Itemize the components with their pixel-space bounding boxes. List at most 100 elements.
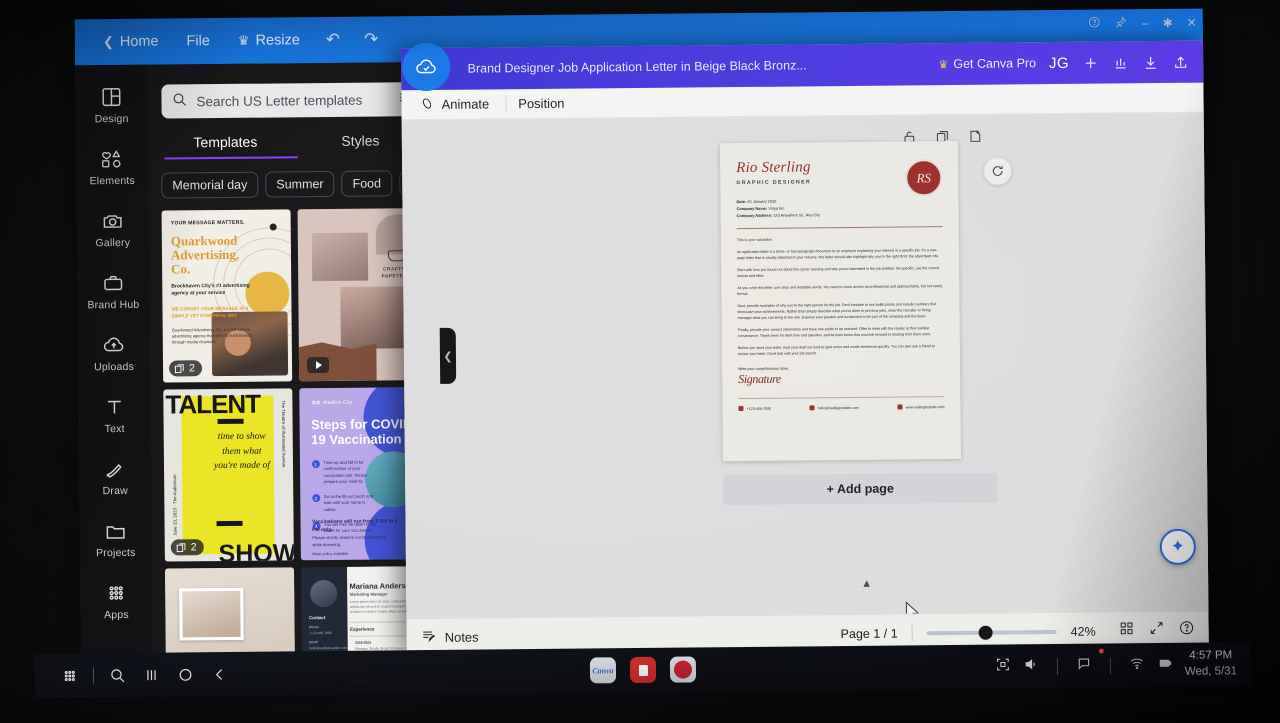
download-icon[interactable]	[1142, 54, 1159, 71]
search-input[interactable]: Search US Letter templates	[161, 82, 424, 119]
zoom-slider[interactable]	[926, 625, 1057, 640]
volume-icon[interactable]	[1023, 656, 1039, 677]
notes-label: Notes	[444, 629, 479, 645]
divider	[911, 624, 913, 642]
template-thumb-quarkwood[interactable]: YOUR MESSAGE MATTERS. Quarkwood Advertis…	[161, 209, 292, 383]
minimize-icon[interactable]: –	[1142, 16, 1149, 30]
document-page[interactable]: Rio Sterling GRAPHIC DESIGNER RS Date: 2…	[719, 140, 961, 462]
fullscreen-icon[interactable]	[1149, 620, 1165, 641]
restore-icon[interactable]: ✱	[1163, 16, 1173, 30]
chip-summer[interactable]: Summer	[265, 170, 335, 198]
home-circle-icon[interactable]	[168, 657, 202, 691]
text-t-icon	[103, 396, 125, 418]
plus-icon[interactable]	[1082, 54, 1099, 71]
pin-icon[interactable]	[1115, 15, 1128, 31]
add-page-icon[interactable]	[968, 129, 983, 149]
battery-icon[interactable]	[1157, 654, 1173, 675]
chevron-up-icon[interactable]: ▲	[861, 578, 872, 590]
menu-item-home[interactable]: ❮ Home	[89, 28, 173, 55]
position-button[interactable]: Position	[518, 96, 578, 111]
sparkle-icon[interactable]: ✦	[1159, 528, 1196, 566]
panel-tabs: Templates Styles	[158, 132, 428, 160]
thumb-note-2: Please strictly observe social distancin…	[312, 534, 386, 547]
thumb-word-talent: TALENT	[165, 388, 261, 420]
menu-item-resize[interactable]: ♛ Resize	[224, 27, 314, 54]
canva-editor-window: Brand Designer Job Application Letter in…	[400, 16, 1209, 657]
chevron-left-icon: ❮	[102, 34, 114, 50]
get-canva-pro-button[interactable]: ♛ Get Canva Pro	[938, 56, 1036, 71]
camera-icon	[102, 210, 124, 232]
sidebar-item-text[interactable]: Text	[82, 387, 147, 444]
taskbar-app-flipboard[interactable]	[629, 656, 657, 684]
magic-refresh-icon[interactable]	[983, 156, 1013, 186]
briefcase-icon	[102, 272, 124, 294]
sidebar-item-uploads[interactable]: Uploads	[82, 325, 147, 382]
thumb-body: Quarkwood Advertising, Co. is a full-ser…	[171, 326, 252, 345]
sidebar-item-design[interactable]: Design	[79, 77, 144, 134]
taskbar-app-clock[interactable]	[669, 656, 697, 683]
letter-seal: RS	[905, 159, 943, 197]
template-thumbnail-grid: YOUR MESSAGE MATTERS. Quarkwood Advertis…	[159, 208, 434, 659]
chip-memorial-day[interactable]: Memorial day	[161, 171, 259, 199]
sidebar-label-apps: Apps	[103, 608, 129, 622]
thumb-word-show: SHOW	[218, 539, 294, 562]
thumb-vertical-label: The Theatre of Illuminated Avenue	[280, 400, 287, 468]
template-thumb-interior[interactable]	[164, 567, 296, 659]
undo-icon[interactable]: ↶	[314, 26, 353, 54]
add-page-button[interactable]: + Add page	[723, 472, 998, 506]
sidebar-label-text: Text	[104, 422, 125, 436]
footer-phone: +123-456-7890	[746, 406, 771, 411]
recent-apps-icon[interactable]	[134, 658, 168, 692]
bar-chart-icon[interactable]	[1112, 54, 1129, 71]
chat-icon[interactable]	[1076, 648, 1104, 676]
back-icon[interactable]	[202, 657, 236, 691]
taskbar-apps: Canva	[589, 656, 697, 684]
search-icon	[171, 91, 187, 112]
animate-button[interactable]: Animate	[419, 95, 503, 114]
system-tray: 4:57 PM Wed, 5/31	[995, 648, 1252, 682]
app-launcher-icon[interactable]	[53, 658, 87, 692]
divider	[92, 666, 95, 684]
sidebar-item-projects[interactable]: Projects	[83, 511, 148, 568]
screenshot-icon[interactable]	[995, 656, 1011, 677]
thumb-headline: Quarkwood Advertising, Co.	[170, 232, 240, 277]
zoom-slider-knob[interactable]	[978, 625, 993, 640]
layout-icon	[100, 86, 122, 108]
sidebar-item-apps[interactable]: Apps	[84, 573, 149, 630]
panel-collapse-handle[interactable]: ❮	[439, 327, 457, 384]
template-thumb-talent-show[interactable]: TALENT time to show them what you're mad…	[163, 388, 294, 562]
meta-label-date: Date:	[736, 198, 747, 205]
canvas-area[interactable]: Rio Sterling GRAPHIC DESIGNER RS Date: 2…	[401, 112, 1209, 619]
redo-icon[interactable]: ↷	[352, 25, 391, 53]
sidebar-item-gallery[interactable]: Gallery	[80, 201, 145, 258]
window-controls: – ✱ ✕	[1088, 15, 1197, 32]
sidebar-item-brand-hub[interactable]: Brand Hub	[81, 263, 146, 320]
notes-button[interactable]: Notes	[421, 628, 479, 648]
close-icon[interactable]: ✕	[1187, 16, 1197, 30]
avatar[interactable]: JG	[1049, 54, 1069, 71]
help-icon[interactable]	[1088, 16, 1101, 32]
chip-food[interactable]: Food	[341, 170, 393, 197]
letter-paragraph: Finally, provide your contact informatio…	[737, 326, 932, 339]
search-icon[interactable]	[100, 658, 134, 692]
resume-name: Mariana Anderson	[349, 581, 415, 591]
email-icon	[809, 405, 815, 411]
menu-label-file: File	[186, 33, 210, 50]
menu-label-resize: Resize	[255, 32, 300, 49]
page-indicator: Page 1 / 1	[840, 626, 898, 641]
grid-view-icon[interactable]	[1119, 620, 1135, 641]
phone-icon	[738, 406, 744, 412]
menu-item-file[interactable]: File	[172, 28, 224, 54]
clock[interactable]: 4:57 PM Wed, 5/31	[1185, 649, 1238, 681]
sidebar-item-draw[interactable]: Draw	[83, 449, 148, 506]
divider	[738, 396, 945, 400]
share-upload-icon[interactable]	[1172, 53, 1189, 70]
taskbar-app-canva[interactable]: Canva	[589, 657, 617, 684]
menu-label-home: Home	[119, 33, 159, 50]
cloud-check-icon[interactable]	[401, 42, 451, 92]
sidebar-item-elements[interactable]: Elements	[80, 139, 145, 196]
letter-signature: Signature	[738, 371, 781, 387]
wifi-icon[interactable]	[1129, 655, 1145, 676]
step-text: Time-up and fall in for confirmation of …	[323, 459, 368, 484]
help-circle-icon[interactable]	[1179, 620, 1195, 641]
